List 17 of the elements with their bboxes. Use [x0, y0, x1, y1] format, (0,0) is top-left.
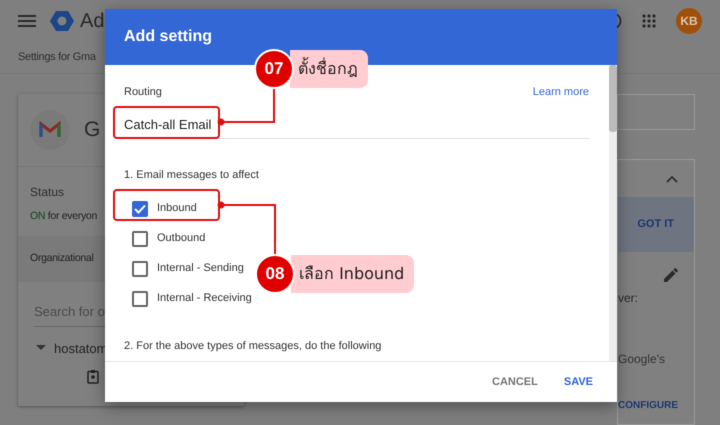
callout-label: เลือก Inbound: [291, 255, 414, 293]
status-text: ON for everyon: [30, 209, 98, 224]
option-label: Internal - Sending: [157, 261, 244, 276]
dialog-title: Add setting: [124, 27, 212, 47]
org-units-label: Organizational: [30, 251, 94, 266]
description-text: Google's: [618, 351, 666, 368]
step-heading: 1. Email messages to affect: [124, 168, 260, 183]
description-text: ver:: [618, 290, 640, 307]
callout-label: ตั้งชื่อกฎ: [290, 50, 368, 88]
option-label: Outbound: [157, 231, 206, 246]
option-label: Internal - Receiving: [157, 291, 252, 306]
section-label: Routing: [124, 85, 162, 100]
step-heading: 2. For the above types of messages, do the following: [124, 338, 382, 354]
status-label: Status: [30, 184, 66, 201]
product-name: Ad: [80, 9, 104, 34]
service-name: G: [84, 117, 100, 144]
option-label: Inbound: [157, 201, 197, 216]
